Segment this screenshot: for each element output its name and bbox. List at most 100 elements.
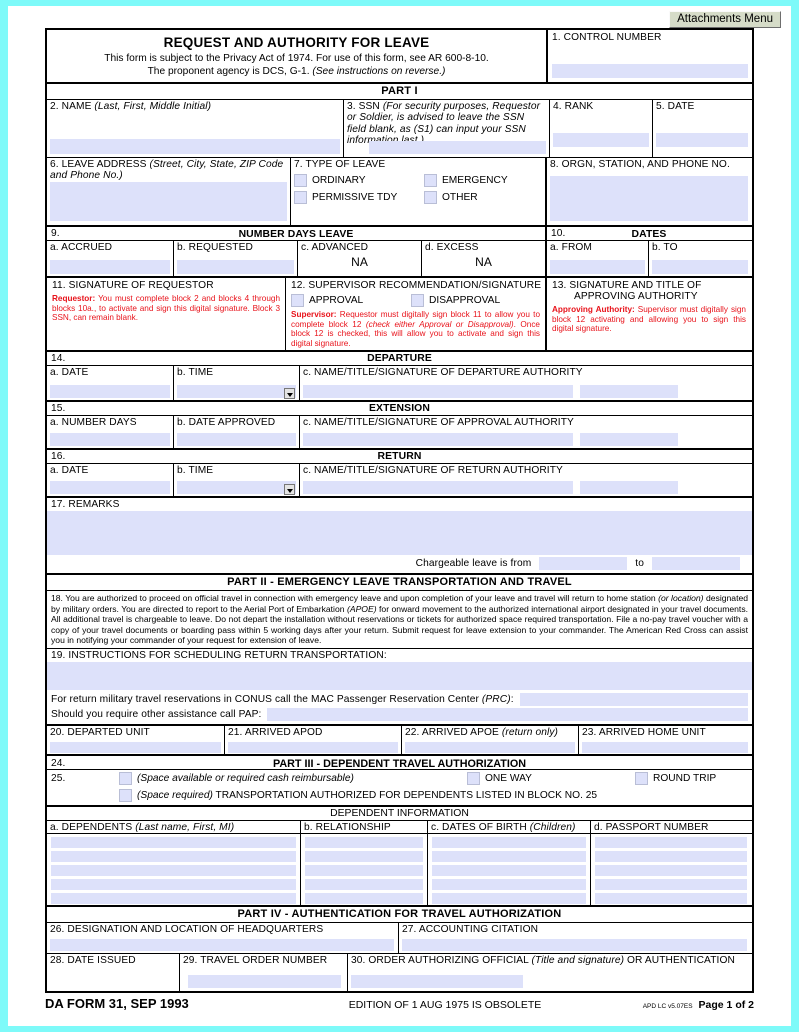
block-22-input[interactable] [405,742,575,754]
return-time-chevron-down-icon[interactable] [284,484,295,496]
dependent-name-input[interactable] [51,879,296,891]
checkbox-disapproval-label: DISAPPROVAL [429,295,501,306]
block-13-approving-authority[interactable]: 13. SIGNATURE AND TITLE OF APPROVING AUT… [545,278,751,351]
orgn-label: 8. ORGN, STATION, AND PHONE NO. [550,159,730,170]
block-22-label: 22. ARRIVED APOE (return only) [405,727,559,739]
dependent-name-input[interactable] [51,893,296,905]
block-27-input[interactable] [402,939,747,952]
date-to-input[interactable] [652,260,748,274]
relationship-input[interactable] [305,851,423,863]
passport-input[interactable] [595,837,747,849]
checkbox-emergency[interactable] [424,174,437,187]
dob-input[interactable] [432,851,586,863]
block-14-departure-header: 14. DEPARTURE [47,350,752,365]
return-time-input[interactable] [177,481,296,495]
relationship-input[interactable] [305,865,423,877]
departure-authority-date-input[interactable] [580,385,678,399]
requested-input[interactable] [177,260,294,274]
block-9-title: NUMBER DAYS LEAVE [238,229,354,240]
relationship-input[interactable] [305,837,423,849]
checkbox-approval[interactable] [291,294,304,307]
chargeable-to-input[interactable] [652,557,740,571]
departure-date-input[interactable] [50,385,170,399]
departure-time-chevron-down-icon[interactable] [284,388,295,400]
block-11-signature-requestor[interactable]: 11. SIGNATURE OF REQUESTOR Requestor: Yo… [47,278,285,349]
leave-address-input[interactable] [50,182,287,221]
ssn-input[interactable] [369,141,546,154]
passport-input[interactable] [595,879,747,891]
checkbox-other-group[interactable]: OTHER [424,191,478,204]
checkbox-other[interactable] [424,191,437,204]
dependent-table-header: a. DEPENDENTS (Last name, First, MI) b. … [47,821,752,834]
checkbox-space-required[interactable] [119,789,132,803]
block-26-input[interactable] [50,939,394,952]
block-28-label: 28. DATE ISSUED [50,955,136,967]
passport-input[interactable] [595,893,747,905]
checkbox-ordinary-group[interactable]: ORDINARY [294,174,412,187]
checkbox-space-required-label: (Space required) TRANSPORTATION AUTHORIZ… [137,790,598,802]
rank-input[interactable] [553,133,649,147]
block-21-input[interactable] [228,742,398,754]
extension-date-input[interactable] [177,433,296,447]
dob-input[interactable] [432,837,586,849]
checkbox-ordinary[interactable] [294,174,307,187]
departure-time-input[interactable] [177,385,296,399]
passport-input[interactable] [595,865,747,877]
block-18-i1: (or location) [658,593,704,604]
field-advanced: c. ADVANCED NA [297,241,421,276]
orgn-input[interactable] [550,176,748,221]
block-30-input[interactable] [351,975,523,989]
block-30-label: 30. ORDER AUTHORIZING OFFICIAL (Title an… [351,955,735,967]
name-input[interactable] [50,139,340,154]
form-footer: DA FORM 31, SEP 1993 EDITION OF 1 AUG 19… [45,996,754,1011]
chargeable-from-input[interactable] [539,557,628,571]
return-authority-date-input[interactable] [580,481,678,495]
dob-input[interactable] [432,879,586,891]
dependent-name-input[interactable] [51,865,296,877]
checkbox-emergency-group[interactable]: EMERGENCY [424,174,508,187]
return-date-input[interactable] [50,481,170,495]
pap-input[interactable] [267,708,748,722]
checkbox-one-way[interactable] [467,772,480,786]
dependent-name-input[interactable] [51,837,296,849]
date-input[interactable] [656,133,748,147]
checkbox-permissive-tdy-group[interactable]: PERMISSIVE TDY [294,191,412,204]
dependents-col-cells [47,834,300,905]
passport-input[interactable] [595,851,747,863]
block-23-input[interactable] [582,742,748,754]
block-19-input[interactable] [47,662,752,691]
extension-days-input[interactable] [50,433,170,447]
control-number-input[interactable] [552,64,748,78]
dob-input[interactable] [432,865,586,877]
checkbox-disapproval[interactable] [411,294,424,307]
extension-authority-input[interactable] [303,433,573,447]
date-from-input[interactable] [550,260,645,274]
block-16-title: RETURN [377,451,422,463]
departure-authority-input[interactable] [303,385,573,399]
excess-value[interactable]: NA [425,253,542,269]
extension-authority-date-input[interactable] [580,433,678,447]
checkbox-round-trip[interactable] [635,772,648,786]
attachments-menu-button[interactable]: Attachments Menu [669,11,781,28]
checkbox-approval-group[interactable]: APPROVAL [291,294,399,307]
block-20-input[interactable] [50,742,221,754]
checkbox-disapproval-group[interactable]: DISAPPROVAL [411,294,500,307]
accrued-input[interactable] [50,260,170,274]
return-authority-input[interactable] [303,481,573,495]
advanced-value[interactable]: NA [301,253,418,269]
dependent-name-input[interactable] [51,851,296,863]
proponent-text: The proponent agency is DCS, G-1. [147,66,313,77]
block-5-date: 5. DATE [652,100,751,157]
dob-input[interactable] [432,893,586,905]
conus-input[interactable] [519,693,748,707]
chargeable-from-label: Chargeable leave is from [415,558,532,570]
relationship-input[interactable] [305,879,423,891]
relationship-input[interactable] [305,893,423,905]
part-3-bar: PART III - DEPENDENT TRAVEL AUTHORIZATIO… [272,758,527,771]
checkbox-space-available[interactable] [119,772,132,786]
remarks-input[interactable] [47,511,752,556]
block-8-orgn-station-phone: 8. ORGN, STATION, AND PHONE NO. [545,158,751,225]
checkbox-permissive-tdy[interactable] [294,191,307,204]
block-29-input[interactable] [188,975,341,989]
block-12-checkbox-row: APPROVAL DISAPPROVAL [291,294,540,307]
